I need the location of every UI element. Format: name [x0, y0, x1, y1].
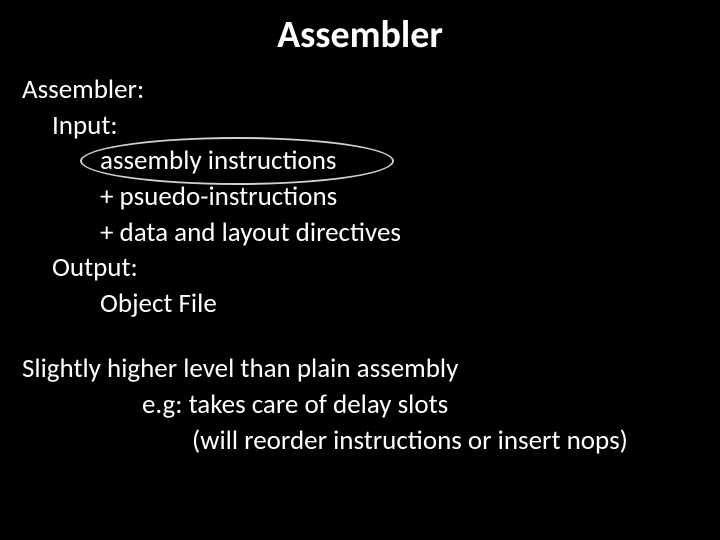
output-line-1: Object File: [100, 286, 698, 322]
spacer: [22, 321, 698, 351]
input-line-3: + data and layout directives: [100, 215, 698, 251]
input-line-2: + psuedo-instructions: [100, 179, 698, 215]
slide-title: Assembler: [22, 12, 698, 58]
input-line-1-wrap: assembly instructions: [100, 143, 698, 179]
note-main: Slightly higher level than plain assembl…: [22, 351, 698, 387]
slide: Assembler Assembler: Input: assembly ins…: [0, 0, 720, 540]
assembler-heading: Assembler:: [22, 72, 698, 108]
output-label: Output:: [52, 250, 698, 286]
note-sub-2: (will reorder instructions or insert nop…: [192, 423, 698, 459]
slide-body: Assembler: Input: assembly instructions …: [22, 72, 698, 458]
input-label: Input:: [52, 108, 698, 144]
note-sub-1: e.g: takes care of delay slots: [142, 387, 698, 423]
input-line-1: assembly instructions: [100, 144, 337, 177]
